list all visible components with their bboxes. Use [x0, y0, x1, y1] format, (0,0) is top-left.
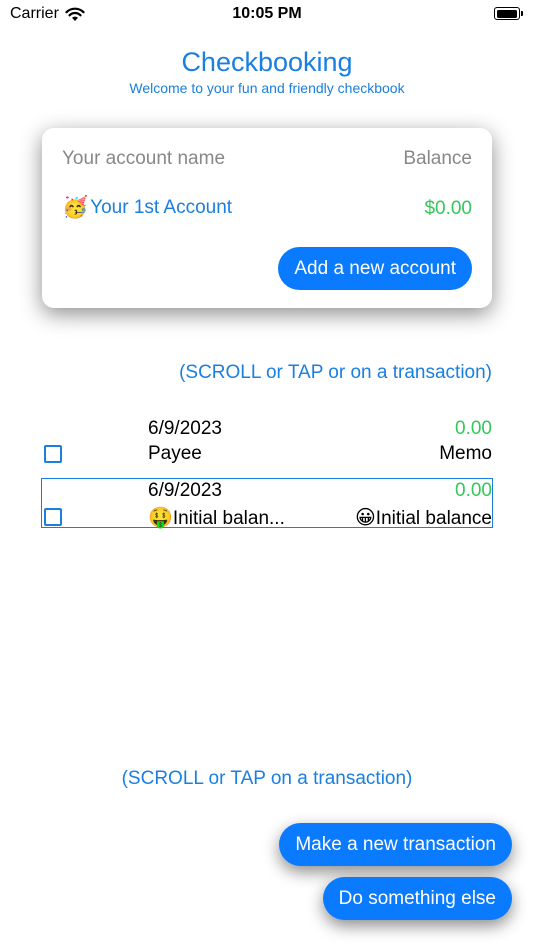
transaction-checkbox[interactable]	[44, 508, 62, 526]
app-subtitle: Welcome to your fun and friendly checkbo…	[129, 80, 405, 96]
add-account-button[interactable]: Add a new account	[278, 247, 472, 290]
status-bar-time: 10:05 PM	[232, 5, 302, 22]
transaction-memo-label: Memo	[439, 443, 492, 464]
transaction-payee: Payee	[148, 443, 202, 465]
money-face-icon: 🤑	[148, 507, 173, 529]
app-title: Checkbooking	[181, 47, 353, 77]
do-something-else-button[interactable]: Do something else	[322, 877, 512, 920]
scroll-hint-top: (SCROLL or TAP or on a transaction)	[179, 362, 492, 383]
transaction-payee-label: Initial balan...	[172, 508, 285, 529]
account-balance: $0.00	[424, 198, 472, 219]
transaction-row-selected[interactable]: 6/9/2023 0.00 🤑Initial balan... 😀Initial…	[41, 478, 493, 530]
account-name: Your 1st Account	[90, 197, 233, 218]
battery-full-icon	[494, 7, 523, 20]
transaction-amount: 0.00	[455, 480, 492, 501]
transaction-row[interactable]: 6/9/2023 0.00 Payee Memo	[42, 415, 492, 465]
grinning-face-icon: 😀	[354, 507, 376, 529]
transaction-payee: 🤑Initial balan...	[148, 505, 285, 530]
account-name-header: Your account name	[62, 148, 226, 169]
transaction-date: 6/9/2023	[148, 418, 222, 439]
transaction-payee-label: Payee	[148, 443, 202, 464]
party-face-icon: 🥳	[62, 196, 89, 219]
transaction-date: 6/9/2023	[148, 480, 222, 501]
account-row[interactable]: 🥳 Your 1st Account	[62, 196, 232, 220]
balance-header: Balance	[403, 148, 472, 169]
transaction-memo: Memo	[439, 443, 492, 465]
transaction-memo: 😀Initial balance	[355, 505, 492, 530]
transaction-amount: 0.00	[455, 418, 492, 439]
transaction-checkbox[interactable]	[44, 445, 62, 463]
new-transaction-button[interactable]: Make a new transaction	[279, 823, 512, 866]
transaction-memo-label: Initial balance	[375, 508, 492, 529]
accounts-card: Your account name Balance 🥳 Your 1st Acc…	[42, 128, 492, 308]
scroll-hint-bottom: (SCROLL or TAP on a transaction)	[121, 768, 413, 789]
